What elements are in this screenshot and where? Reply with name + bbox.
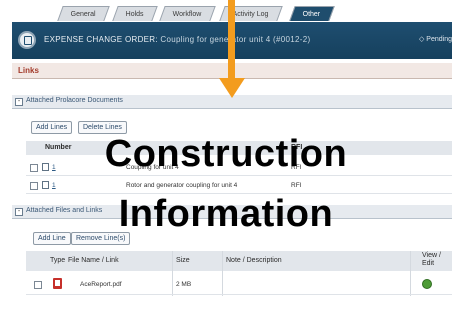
document-icon [42, 181, 49, 189]
file-size: 2 MB [176, 281, 192, 288]
page-title: EXPENSE CHANGE ORDER: Coupling for gener… [44, 35, 310, 44]
arrow-shaft [228, 0, 235, 80]
links-label: Links [18, 66, 39, 75]
table-row: AceReport.pdf 2 MB [26, 275, 452, 295]
tab-general[interactable]: General [57, 6, 110, 21]
table-row: 1 Rotor and generator coupling for unit … [26, 178, 452, 194]
record-subtitle: Coupling for generator unit 4 (#0012-2) [160, 35, 311, 44]
column-note: Note / Description [226, 257, 282, 264]
doc-description: Rotor and generator coupling for unit 4 [126, 182, 238, 189]
tab-holds[interactable]: Holds [112, 6, 158, 21]
doc-number-link[interactable]: 1 [52, 182, 56, 189]
arrow-head-icon [219, 78, 245, 98]
column-size: Size [176, 257, 190, 264]
tab-other[interactable]: Other [289, 6, 335, 21]
view-edit-icon[interactable] [422, 279, 432, 289]
doc-type: RFI [291, 182, 302, 189]
status-badge: ◇ Pending [418, 36, 452, 43]
column-type: Type [50, 257, 66, 264]
record-type: EXPENSE CHANGE ORDER: [44, 35, 158, 44]
expense-logo-icon [18, 31, 36, 49]
row-checkbox[interactable] [30, 182, 38, 190]
overlay-line-2: Information [118, 193, 334, 235]
column-view-edit: View / Edit [422, 252, 441, 267]
attached-files-table-header: Type File Name / Link Size Note / Descri… [26, 251, 452, 271]
file-name-link[interactable]: AceReport.pdf [80, 281, 122, 288]
overlay-line-1: Construction [104, 133, 348, 175]
attached-docs-label: Attached Prolacore Documents [26, 97, 123, 104]
tab-workflow[interactable]: Workflow [159, 6, 216, 21]
tab-strip: General Holds Workflow Activity Log Othe… [0, 0, 452, 24]
row-checkbox[interactable] [34, 281, 42, 289]
collapse-toggle-icon[interactable]: - [15, 98, 23, 106]
pdf-icon [53, 278, 62, 289]
column-file-name: File Name / Link [68, 257, 119, 264]
